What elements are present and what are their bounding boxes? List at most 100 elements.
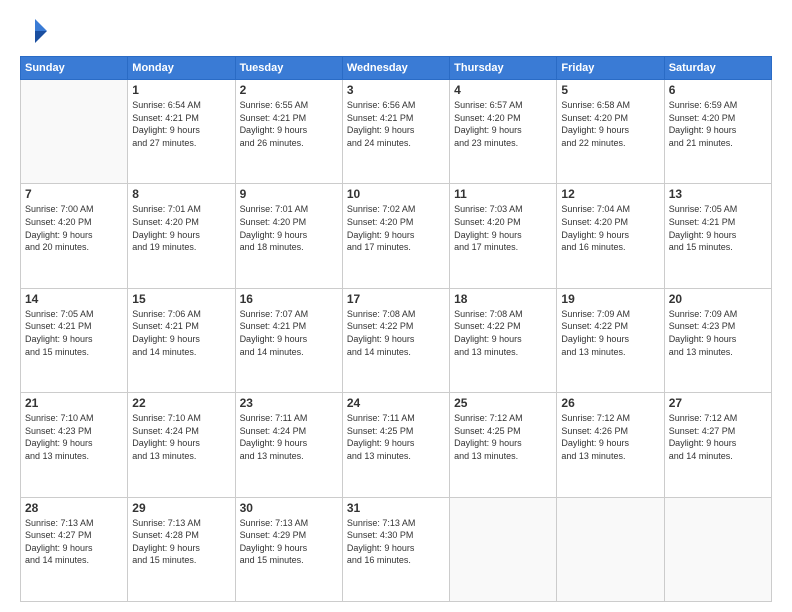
day-number: 17 xyxy=(347,292,445,306)
day-number: 6 xyxy=(669,83,767,97)
day-info: Sunrise: 6:55 AM Sunset: 4:21 PM Dayligh… xyxy=(240,99,338,149)
calendar-cell: 5 Sunrise: 6:58 AM Sunset: 4:20 PM Daylig… xyxy=(557,80,664,184)
day-number: 1 xyxy=(132,83,230,97)
weekday-header-sunday: Sunday xyxy=(21,57,128,80)
calendar-cell: 9 Sunrise: 7:01 AM Sunset: 4:20 PM Daylig… xyxy=(235,184,342,288)
day-info: Sunrise: 7:10 AM Sunset: 4:23 PM Dayligh… xyxy=(25,412,123,462)
day-number: 4 xyxy=(454,83,552,97)
day-number: 30 xyxy=(240,501,338,515)
day-number: 29 xyxy=(132,501,230,515)
day-number: 5 xyxy=(561,83,659,97)
calendar-cell: 22Sunrise: 7:10 AM Sunset: 4:24 PM Dayli… xyxy=(128,393,235,497)
day-info: Sunrise: 7:12 AM Sunset: 4:26 PM Dayligh… xyxy=(561,412,659,462)
calendar-cell: 18 Sunrise: 7:08 AM Sunset: 4:22 PM Dayli… xyxy=(450,288,557,392)
day-info: Sunrise: 7:13 AM Sunset: 4:29 PM Dayligh… xyxy=(240,517,338,567)
day-number: 31 xyxy=(347,501,445,515)
day-number: 13 xyxy=(669,187,767,201)
day-info: Sunrise: 7:05 AM Sunset: 4:21 PM Dayligh… xyxy=(669,203,767,253)
calendar-cell xyxy=(450,497,557,601)
day-info: Sunrise: 7:13 AM Sunset: 4:30 PM Dayligh… xyxy=(347,517,445,567)
day-info: Sunrise: 7:01 AM Sunset: 4:20 PM Dayligh… xyxy=(132,203,230,253)
day-number: 10 xyxy=(347,187,445,201)
calendar-cell xyxy=(664,497,771,601)
calendar-cell: 19 Sunrise: 7:09 AM Sunset: 4:22 PM Dayli… xyxy=(557,288,664,392)
calendar-cell: 26 Sunrise: 7:12 AM Sunset: 4:26 PM Dayli… xyxy=(557,393,664,497)
day-info: Sunrise: 6:59 AM Sunset: 4:20 PM Dayligh… xyxy=(669,99,767,149)
weekday-header-thursday: Thursday xyxy=(450,57,557,80)
day-info: Sunrise: 7:03 AM Sunset: 4:20 PM Dayligh… xyxy=(454,203,552,253)
day-number: 27 xyxy=(669,396,767,410)
calendar-cell: 1 Sunrise: 6:54 AM Sunset: 4:21 PM Daylig… xyxy=(128,80,235,184)
calendar-cell: 11 Sunrise: 7:03 AM Sunset: 4:20 PM Dayli… xyxy=(450,184,557,288)
day-info: Sunrise: 7:12 AM Sunset: 4:25 PM Dayligh… xyxy=(454,412,552,462)
day-info: Sunrise: 7:05 AM Sunset: 4:21 PM Dayligh… xyxy=(25,308,123,358)
calendar-cell: 10 Sunrise: 7:02 AM Sunset: 4:20 PM Dayli… xyxy=(342,184,449,288)
page: SundayMondayTuesdayWednesdayThursdayFrid… xyxy=(0,0,792,612)
day-number: 18 xyxy=(454,292,552,306)
calendar-week-row: 7Sunrise: 7:00 AM Sunset: 4:20 PM Daylig… xyxy=(21,184,772,288)
weekday-header-saturday: Saturday xyxy=(664,57,771,80)
day-info: Sunrise: 7:04 AM Sunset: 4:20 PM Dayligh… xyxy=(561,203,659,253)
day-number: 3 xyxy=(347,83,445,97)
day-number: 24 xyxy=(347,396,445,410)
logo xyxy=(20,16,54,46)
header xyxy=(20,16,772,46)
calendar-cell: 13 Sunrise: 7:05 AM Sunset: 4:21 PM Dayli… xyxy=(664,184,771,288)
calendar-table: SundayMondayTuesdayWednesdayThursdayFrid… xyxy=(20,56,772,602)
day-info: Sunrise: 7:01 AM Sunset: 4:20 PM Dayligh… xyxy=(240,203,338,253)
day-info: Sunrise: 7:11 AM Sunset: 4:24 PM Dayligh… xyxy=(240,412,338,462)
calendar-cell: 29 Sunrise: 7:13 AM Sunset: 4:28 PM Dayli… xyxy=(128,497,235,601)
day-number: 8 xyxy=(132,187,230,201)
weekday-header-tuesday: Tuesday xyxy=(235,57,342,80)
day-number: 23 xyxy=(240,396,338,410)
logo-icon xyxy=(20,16,50,46)
day-number: 26 xyxy=(561,396,659,410)
day-number: 28 xyxy=(25,501,123,515)
day-number: 15 xyxy=(132,292,230,306)
day-number: 19 xyxy=(561,292,659,306)
day-info: Sunrise: 7:07 AM Sunset: 4:21 PM Dayligh… xyxy=(240,308,338,358)
day-number: 20 xyxy=(669,292,767,306)
weekday-header-wednesday: Wednesday xyxy=(342,57,449,80)
calendar-cell: 7Sunrise: 7:00 AM Sunset: 4:20 PM Daylig… xyxy=(21,184,128,288)
day-info: Sunrise: 7:08 AM Sunset: 4:22 PM Dayligh… xyxy=(454,308,552,358)
day-info: Sunrise: 7:08 AM Sunset: 4:22 PM Dayligh… xyxy=(347,308,445,358)
day-info: Sunrise: 7:09 AM Sunset: 4:22 PM Dayligh… xyxy=(561,308,659,358)
calendar-cell: 14 Sunrise: 7:05 AM Sunset: 4:21 PM Dayli… xyxy=(21,288,128,392)
day-info: Sunrise: 7:02 AM Sunset: 4:20 PM Dayligh… xyxy=(347,203,445,253)
calendar-cell: 3 Sunrise: 6:56 AM Sunset: 4:21 PM Daylig… xyxy=(342,80,449,184)
day-info: Sunrise: 7:12 AM Sunset: 4:27 PM Dayligh… xyxy=(669,412,767,462)
day-info: Sunrise: 7:11 AM Sunset: 4:25 PM Dayligh… xyxy=(347,412,445,462)
calendar-cell: 21Sunrise: 7:10 AM Sunset: 4:23 PM Dayli… xyxy=(21,393,128,497)
day-info: Sunrise: 6:54 AM Sunset: 4:21 PM Dayligh… xyxy=(132,99,230,149)
day-number: 14 xyxy=(25,292,123,306)
calendar-cell: 4 Sunrise: 6:57 AM Sunset: 4:20 PM Daylig… xyxy=(450,80,557,184)
calendar-cell: 17 Sunrise: 7:08 AM Sunset: 4:22 PM Dayli… xyxy=(342,288,449,392)
calendar-week-row: 1 Sunrise: 6:54 AM Sunset: 4:21 PM Daylig… xyxy=(21,80,772,184)
calendar-cell: 30 Sunrise: 7:13 AM Sunset: 4:29 PM Dayli… xyxy=(235,497,342,601)
day-info: Sunrise: 6:57 AM Sunset: 4:20 PM Dayligh… xyxy=(454,99,552,149)
day-info: Sunrise: 6:58 AM Sunset: 4:20 PM Dayligh… xyxy=(561,99,659,149)
day-number: 16 xyxy=(240,292,338,306)
day-info: Sunrise: 7:06 AM Sunset: 4:21 PM Dayligh… xyxy=(132,308,230,358)
calendar-cell: 15 Sunrise: 7:06 AM Sunset: 4:21 PM Dayli… xyxy=(128,288,235,392)
calendar-cell: 20Sunrise: 7:09 AM Sunset: 4:23 PM Dayli… xyxy=(664,288,771,392)
day-number: 22 xyxy=(132,396,230,410)
day-number: 25 xyxy=(454,396,552,410)
calendar-cell: 8 Sunrise: 7:01 AM Sunset: 4:20 PM Daylig… xyxy=(128,184,235,288)
day-number: 12 xyxy=(561,187,659,201)
day-info: Sunrise: 6:56 AM Sunset: 4:21 PM Dayligh… xyxy=(347,99,445,149)
calendar-cell: 31 Sunrise: 7:13 AM Sunset: 4:30 PM Dayli… xyxy=(342,497,449,601)
day-info: Sunrise: 7:13 AM Sunset: 4:28 PM Dayligh… xyxy=(132,517,230,567)
day-info: Sunrise: 7:00 AM Sunset: 4:20 PM Dayligh… xyxy=(25,203,123,253)
calendar-cell: 23 Sunrise: 7:11 AM Sunset: 4:24 PM Dayli… xyxy=(235,393,342,497)
calendar-cell: 6 Sunrise: 6:59 AM Sunset: 4:20 PM Daylig… xyxy=(664,80,771,184)
calendar-week-row: 21Sunrise: 7:10 AM Sunset: 4:23 PM Dayli… xyxy=(21,393,772,497)
calendar-cell: 12 Sunrise: 7:04 AM Sunset: 4:20 PM Dayli… xyxy=(557,184,664,288)
day-number: 9 xyxy=(240,187,338,201)
weekday-header-friday: Friday xyxy=(557,57,664,80)
calendar-cell: 16 Sunrise: 7:07 AM Sunset: 4:21 PM Dayli… xyxy=(235,288,342,392)
calendar-week-row: 14 Sunrise: 7:05 AM Sunset: 4:21 PM Dayli… xyxy=(21,288,772,392)
calendar-cell xyxy=(21,80,128,184)
day-number: 11 xyxy=(454,187,552,201)
